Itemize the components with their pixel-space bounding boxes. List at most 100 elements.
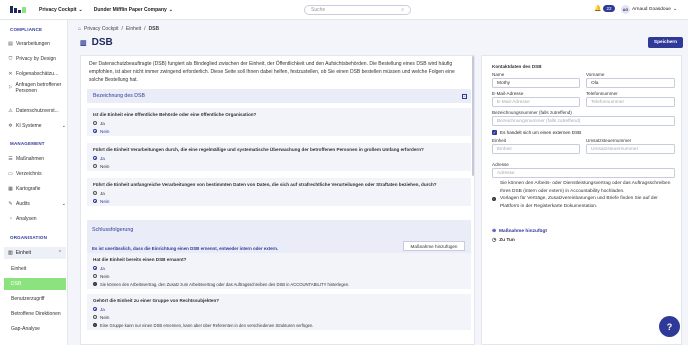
chevron-down-icon: ⌄ — [61, 201, 66, 207]
radio-option-ja[interactable]: Ja — [93, 154, 465, 162]
breadcrumb-home[interactable]: Privacy Cockpit — [84, 26, 118, 32]
sidebar-item-label: Datenschutzverst... — [16, 108, 59, 114]
sidebar-item-audits[interactable]: ✎ Audits ⌄ — [8, 201, 66, 207]
sidebar-item-einheit-group[interactable]: ▥ Einheit ⌃ — [4, 247, 66, 259]
sidebar-item-ki-systeme[interactable]: ✲ KI Systeme ⌄ — [8, 123, 66, 129]
radio-button[interactable] — [93, 129, 97, 133]
sidebar-item-label: DSB — [11, 281, 22, 287]
chevron-down-icon: ⌄ — [78, 6, 83, 13]
sidebar-item-label: Verzeichnis — [16, 171, 42, 177]
sidebar-item-privacy-by-design[interactable]: ⛉ Privacy by Design — [8, 56, 66, 62]
sidebar-item-label: Anfragen betroffener Personen — [15, 82, 62, 94]
search-input[interactable]: Suche ⌕ — [304, 5, 411, 15]
org-select[interactable]: Privacy Cockpit ⌄ — [39, 7, 83, 13]
document-icon: ▤ — [8, 40, 13, 47]
company-select[interactable]: Dunder Mifflin Paper Company ⌄ — [94, 7, 173, 13]
radio-button[interactable] — [93, 274, 97, 278]
option-label: Ja — [100, 155, 105, 161]
alert-shield-icon: ⚠ — [8, 107, 13, 114]
phone-field[interactable]: Telefonnummer — [586, 97, 675, 107]
option-label: Nein — [100, 128, 110, 134]
ust-field[interactable]: Umsatzsteuernummer — [586, 144, 675, 154]
help-chat-button[interactable]: ? — [659, 316, 680, 337]
shield-icon: ⛉ — [8, 55, 13, 62]
radio-button[interactable] — [93, 164, 97, 168]
radio-button[interactable] — [93, 121, 97, 125]
sidebar-item-folgenabschaetzung[interactable]: ✕ Folgenabschätzu... — [8, 71, 66, 77]
external-dsb-checkbox[interactable]: ✓ Es handelt sich um einen externen DSB — [492, 130, 581, 135]
radio-button[interactable] — [93, 266, 97, 270]
sidebar-item-analysen[interactable]: ◔ Analysen — [8, 216, 66, 222]
todo-label: Zu Tun — [499, 238, 515, 243]
question-text: Führt die Einheit umfangreiche Verarbeit… — [93, 182, 437, 187]
collapse-icon[interactable]: − — [462, 93, 467, 99]
section-bezeichnung-header[interactable]: Bezeichnung des DSB − — [87, 89, 471, 103]
section-management: MANAGEMENT — [10, 141, 45, 146]
add-measure-link[interactable]: ⊕ Maßnahme hinzufügt — [492, 229, 547, 234]
map-icon: ▦ — [8, 185, 13, 192]
vorname-field[interactable]: Ola — [586, 78, 675, 88]
page-title: ▥ DSB — [80, 37, 113, 48]
hint: i Eine Gruppe kann nur einen DSB ernennen… — [93, 321, 465, 329]
radio-button[interactable] — [93, 191, 97, 195]
sidebar-item-kartografie[interactable]: ▦ Kartografie — [8, 186, 66, 192]
sidebar-item-label: Privacy by Design — [16, 56, 57, 62]
search-icon: ⌕ — [401, 7, 404, 13]
org-select-label: Privacy Cockpit — [39, 6, 77, 13]
save-button[interactable]: Speichern — [648, 37, 683, 48]
radio-button[interactable] — [93, 199, 97, 203]
bezeichnung-field[interactable]: Bezeichnungsnummer (falls zutreffend) — [492, 116, 675, 126]
name-label: Name — [492, 72, 505, 77]
checkbox-checked-icon[interactable]: ✓ — [492, 130, 497, 135]
name-field[interactable]: Mothy — [492, 78, 580, 88]
notification-badge: 22 — [603, 5, 615, 12]
sidebar-subitem-benutzerzugriff[interactable]: Benutzerzugriff — [4, 293, 66, 305]
hint: i Sie können den Arbeitsvertrag, den Zusa… — [93, 280, 465, 288]
radio-button[interactable] — [93, 315, 97, 319]
top-bar: Privacy Cockpit ⌄ Dunder Mifflin Paper C… — [0, 0, 688, 20]
radio-option-nein[interactable]: Nein — [93, 127, 465, 135]
radio-option-ja[interactable]: Ja — [93, 189, 465, 197]
radio-option-nein[interactable]: Nein — [93, 162, 465, 170]
sidebar-subitem-gap-analyse[interactable]: Gap-Analyse — [4, 323, 66, 335]
sidebar-item-massnahmen[interactable]: ☰ Maßnahmen — [8, 156, 66, 162]
sidebar-item-verarbeitungen[interactable]: ▤ Verarbeitungen — [8, 41, 66, 47]
einheit-field[interactable]: Einheit — [492, 144, 580, 154]
sidebar-subitem-einheit[interactable]: Einheit — [4, 263, 66, 275]
sidebar-subitem-dsb[interactable]: DSB — [4, 278, 66, 290]
scrollbar[interactable] — [472, 56, 474, 176]
app-logo[interactable] — [10, 6, 26, 13]
user-menu[interactable]: AG Arnaud Goasdoue ⌄ — [621, 5, 677, 14]
radio-option-ja[interactable]: Ja — [93, 305, 465, 313]
sidebar-item-verzeichnis[interactable]: ▭ Verzeichnis — [8, 171, 66, 177]
breadcrumb-separator: / — [144, 26, 146, 32]
adresse-field[interactable]: Adresse — [492, 168, 675, 178]
email-field[interactable]: E-Mail-Adresse — [492, 97, 580, 107]
notifications-button[interactable]: 🔔 22 — [594, 5, 615, 12]
radio-option-nein[interactable]: Nein — [93, 272, 465, 280]
todo-link[interactable]: ◷ Zu Tun — [492, 238, 515, 243]
radio-option-nein[interactable]: Nein — [93, 313, 465, 321]
bell-icon: 🔔 — [594, 6, 602, 12]
radio-option-ja[interactable]: Ja — [93, 264, 465, 272]
hint-text: Sie können den Arbeitsvertrag, den Zusat… — [100, 281, 350, 287]
add-measure-button[interactable]: Maßnahme hinzufügen — [403, 241, 465, 251]
sidebar-item-datenschutzverstoesse[interactable]: ⚠ Datenschutzverst... — [8, 108, 66, 114]
option-label: Nein — [100, 314, 110, 320]
chevron-down-icon: ⌄ — [168, 6, 173, 13]
radio-option-nein[interactable]: Nein — [93, 197, 465, 205]
info-text-2: Vorlagen für Verträge, Zusatzvereinbarun… — [500, 196, 658, 209]
radio-option-ja[interactable]: Ja — [93, 119, 465, 127]
breadcrumb-parent[interactable]: Einheit — [126, 26, 141, 32]
vorname-label: Vorname — [586, 72, 605, 77]
question-text: Gehört die Einheit zu einer Gruppe von R… — [93, 298, 220, 303]
info-icon: i — [93, 323, 97, 327]
company-select-label: Dunder Mifflin Paper Company — [93, 6, 167, 13]
radio-button[interactable] — [93, 307, 97, 311]
question-ueberwachung: Führt die Einheit Verarbeitungen durch, … — [87, 143, 471, 171]
sidebar-subitem-direktionen[interactable]: Betroffene Direktionen — [4, 308, 66, 320]
radio-button[interactable] — [93, 156, 97, 160]
user-name: Arnaud Goasdoue — [632, 7, 671, 12]
sidebar-item-anfragen[interactable]: ⚐ Anfragen betroffener Personen — [8, 82, 66, 94]
search-placeholder: Suche — [311, 7, 326, 13]
